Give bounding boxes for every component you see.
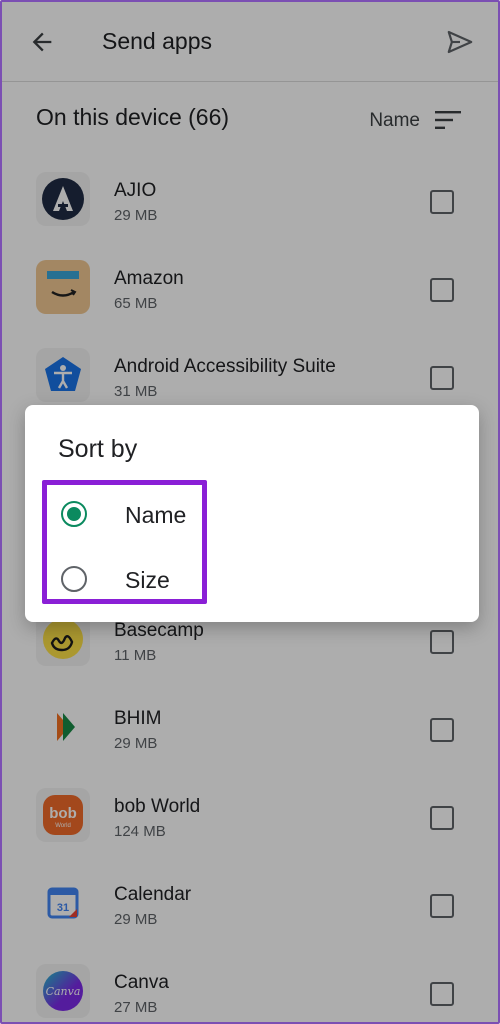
sort-dialog: Sort by Name Size: [25, 405, 479, 622]
screen: Send apps On this device (66) Name AJIO …: [0, 0, 500, 1024]
dialog-title: Sort by: [58, 435, 138, 463]
highlight-box: [42, 480, 207, 604]
